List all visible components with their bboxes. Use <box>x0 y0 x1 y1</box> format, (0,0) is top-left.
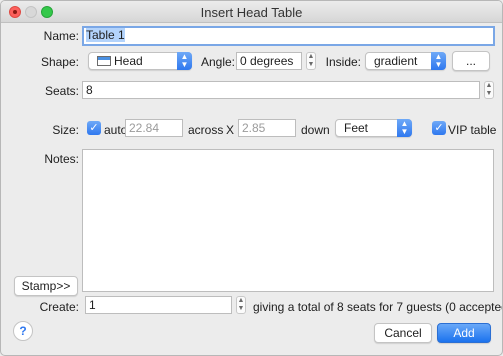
stamp-button[interactable]: Stamp>> <box>14 276 78 296</box>
inside-select[interactable]: gradient ▲ ▼ <box>365 52 446 70</box>
unit-select[interactable]: Feet ▲ ▼ <box>335 119 412 137</box>
create-field[interactable]: 1 <box>85 296 232 314</box>
table-shape-icon <box>97 56 111 66</box>
seats-field[interactable]: 8 <box>82 81 480 99</box>
inside-more-button[interactable]: ... <box>452 51 490 71</box>
name-value: Table 1 <box>86 28 125 42</box>
create-label: Create: <box>39 300 79 314</box>
name-field[interactable]: Table 1 <box>82 26 495 46</box>
vip-table-label: VIP table <box>448 123 497 137</box>
x-label: X <box>226 123 235 137</box>
create-stepper[interactable]: ▲ ▼ <box>236 296 246 314</box>
create-summary: giving a total of 8 seats for 7 guests (… <box>253 300 503 314</box>
chevron-updown-icon: ▲ ▼ <box>177 52 192 70</box>
angle-field[interactable]: 0 degrees <box>236 52 302 70</box>
auto-checkbox[interactable]: ✓ <box>87 121 101 135</box>
shape-select[interactable]: Head ▲ ▼ <box>88 52 192 70</box>
angle-stepper[interactable]: ▲ ▼ <box>306 52 316 70</box>
inside-selected-value: gradient <box>374 54 418 68</box>
chevron-updown-icon: ▲ ▼ <box>431 52 446 70</box>
add-button[interactable]: Add <box>437 323 491 343</box>
seats-stepper[interactable]: ▲ ▼ <box>484 81 494 99</box>
notes-textarea[interactable] <box>82 149 494 292</box>
shape-label: Shape: <box>40 55 79 69</box>
down-label: down <box>301 123 330 137</box>
insert-head-table-dialog: Insert Head Table Name: Table 1 Shape: H… <box>0 0 503 356</box>
cancel-button[interactable]: Cancel <box>374 323 432 343</box>
across-field[interactable]: 22.84 <box>125 119 183 137</box>
name-label: Name: <box>43 29 79 43</box>
angle-label: Angle: <box>200 55 235 69</box>
size-label: Size: <box>52 123 79 137</box>
inside-label: Inside: <box>325 55 361 69</box>
shape-selected-value: Head <box>114 54 143 68</box>
title-bar: Insert Head Table <box>1 1 502 23</box>
window-title: Insert Head Table <box>200 5 303 20</box>
vip-table-checkbox[interactable]: ✓ <box>432 121 446 135</box>
unit-selected-value: Feet <box>344 121 369 135</box>
help-button[interactable]: ? <box>13 321 33 341</box>
across-label: across <box>188 123 224 137</box>
auto-label: auto <box>104 123 128 137</box>
notes-label: Notes: <box>44 152 79 166</box>
down-field[interactable]: 2.85 <box>238 119 296 137</box>
chevron-updown-icon: ▲ ▼ <box>397 119 412 137</box>
seats-label: Seats: <box>44 84 79 98</box>
